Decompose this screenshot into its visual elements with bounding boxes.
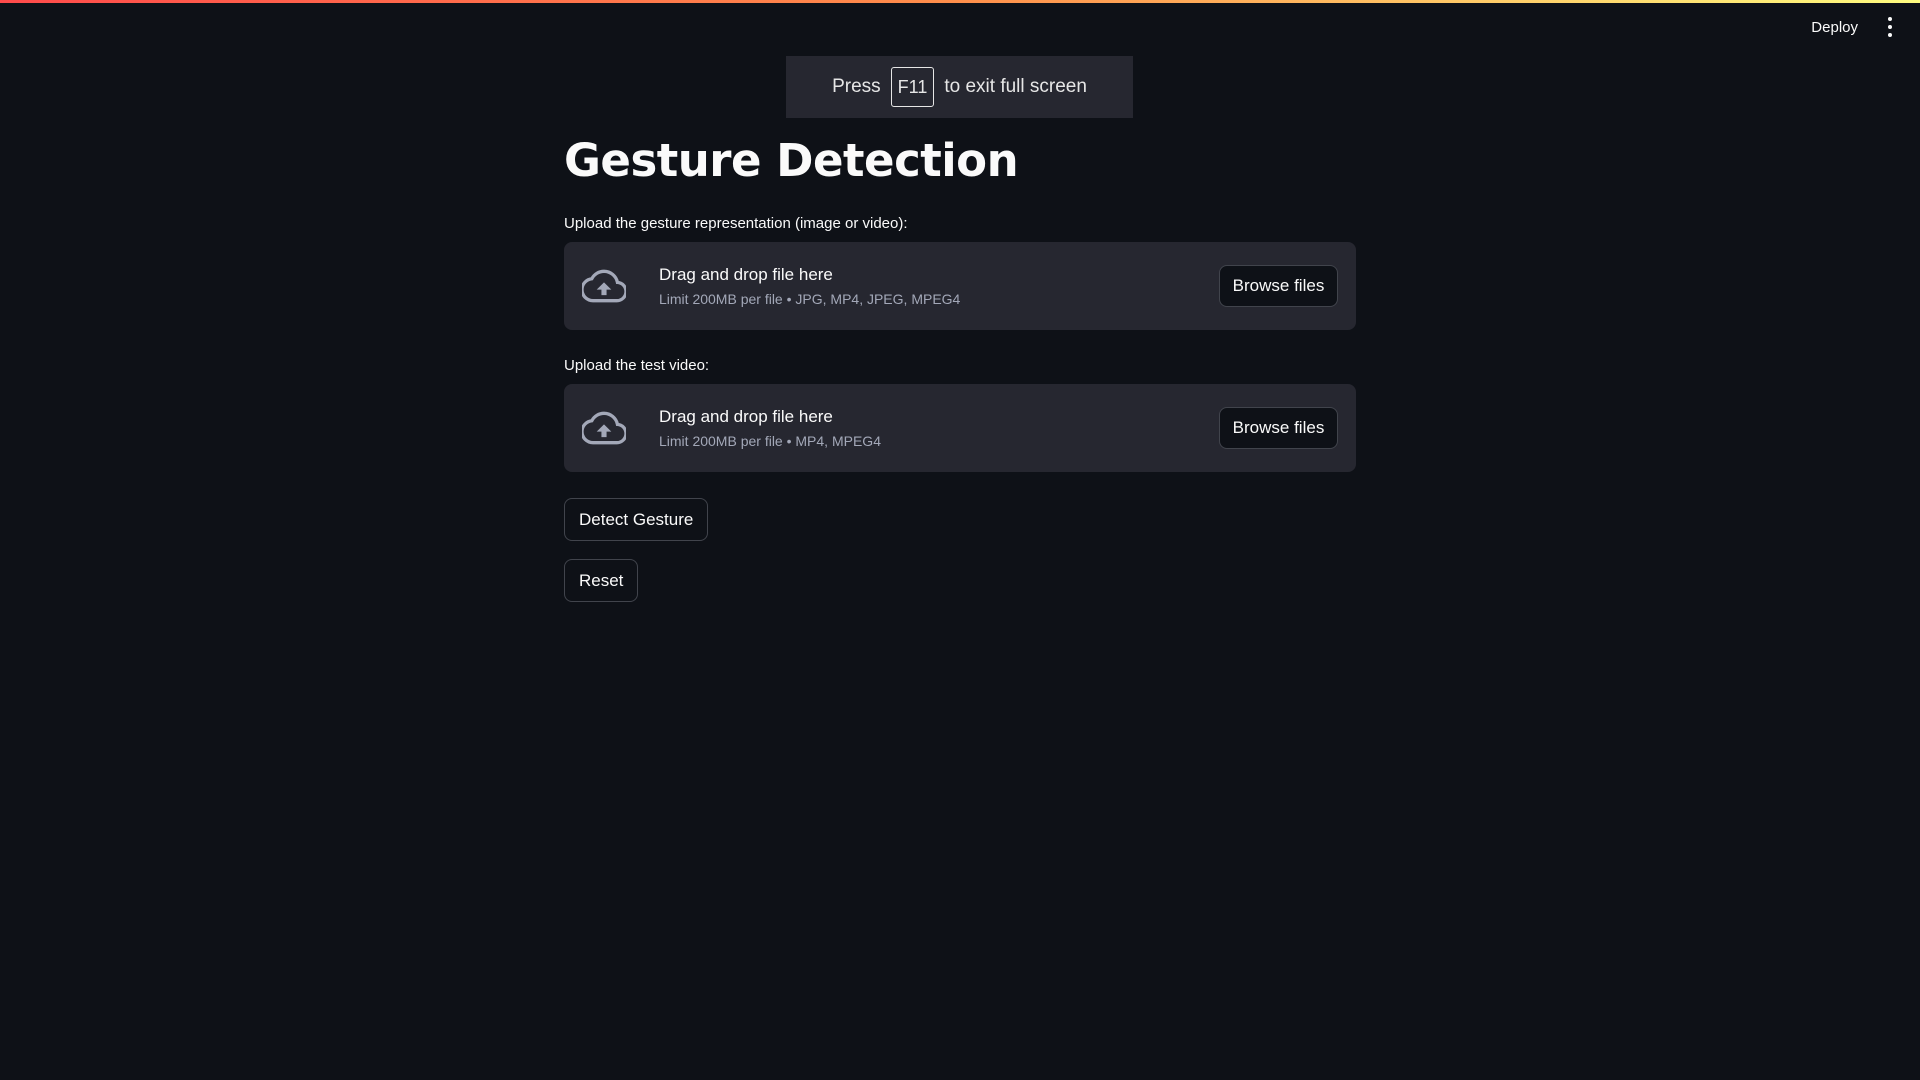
- gesture-uploader-label: Upload the gesture representation (image…: [564, 215, 908, 232]
- gesture-dropzone-instructions: Drag and drop file here: [659, 265, 833, 284]
- gesture-browse-files-button[interactable]: Browse files: [1219, 265, 1338, 307]
- header-actions: Deploy: [1809, 14, 1898, 40]
- gesture-uploader: Upload the gesture representation (image…: [564, 214, 1356, 330]
- reset-button-row: Reset: [564, 559, 1356, 602]
- gesture-dropzone-limit: Limit 200MB per file • JPG, MP4, JPEG, M…: [659, 291, 961, 307]
- toast-text-before: Press: [832, 76, 881, 97]
- test-video-uploader: Upload the test video: Drag and drop fil…: [564, 356, 1356, 472]
- app-progress-decoration: [0, 0, 1920, 3]
- test-video-dropzone-instructions: Drag and drop file here: [659, 407, 833, 426]
- test-video-dropzone-limit: Limit 200MB per file • MP4, MPEG4: [659, 433, 881, 449]
- fullscreen-toast: Press F11 to exit full screen: [786, 56, 1133, 118]
- deploy-button[interactable]: Deploy: [1809, 15, 1860, 40]
- more-vertical-icon[interactable]: [1882, 14, 1898, 40]
- main-content: Gesture Detection Upload the gesture rep…: [564, 130, 1356, 620]
- f11-key-badge: F11: [890, 67, 935, 107]
- reset-button[interactable]: Reset: [564, 559, 639, 602]
- cloud-upload-icon: [582, 411, 626, 445]
- cloud-upload-icon: [582, 269, 626, 303]
- gesture-dropzone-text: Drag and drop file here Limit 200MB per …: [659, 265, 1219, 307]
- test-video-browse-files-button[interactable]: Browse files: [1219, 407, 1338, 449]
- gesture-dropzone[interactable]: Drag and drop file here Limit 200MB per …: [564, 242, 1356, 330]
- page-title: Gesture Detection: [564, 134, 1019, 187]
- test-video-uploader-label: Upload the test video:: [564, 357, 710, 374]
- test-video-dropzone-text: Drag and drop file here Limit 200MB per …: [659, 407, 1219, 449]
- detect-gesture-button[interactable]: Detect Gesture: [564, 498, 709, 541]
- toast-text-after: to exit full screen: [944, 76, 1087, 97]
- test-video-dropzone[interactable]: Drag and drop file here Limit 200MB per …: [564, 384, 1356, 472]
- detect-button-row: Detect Gesture: [564, 498, 1356, 541]
